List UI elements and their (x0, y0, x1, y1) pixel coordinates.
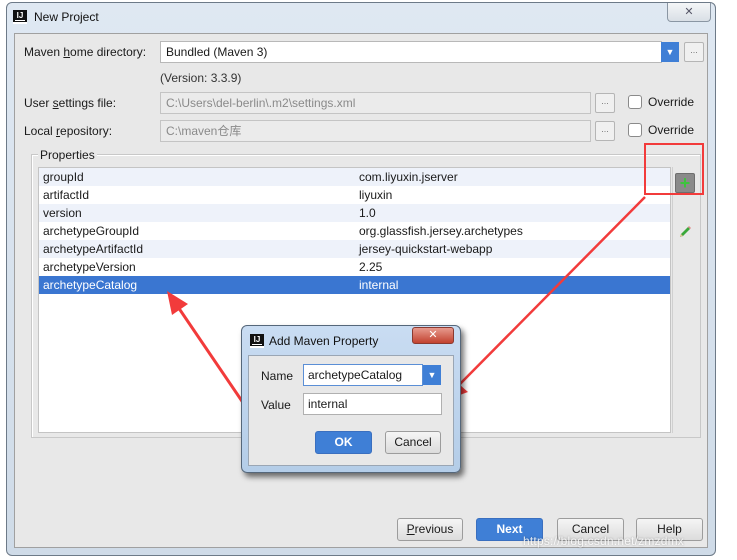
button-label: revious (414, 522, 454, 536)
table-row[interactable]: archetypeCatalog internal (39, 276, 670, 294)
title-bar: IJ New Project ✕ (7, 3, 715, 33)
table-row[interactable]: groupId com.liyuxin.jserver (39, 168, 670, 186)
close-icon: ✕ (428, 329, 438, 341)
chevron-down-icon[interactable]: ▼ (423, 365, 441, 385)
property-value-input[interactable]: internal (303, 393, 442, 415)
property-value: jersey-quickstart-webapp (359, 242, 493, 256)
chevron-down-icon[interactable]: ▼ (661, 42, 679, 62)
local-repo-input[interactable]: C:\maven仓库 (160, 120, 591, 142)
override-label: Override (648, 123, 695, 137)
label-text: Maven (24, 45, 64, 59)
dialog-body: Name archetypeCatalog ▼ Value internal O… (248, 355, 454, 466)
maven-version-text: (Version: 3.3.9) (160, 71, 242, 85)
property-value: com.liyuxin.jserver (359, 170, 458, 184)
table-row[interactable]: archetypeGroupId org.glassfish.jersey.arc… (39, 222, 670, 240)
property-key: archetypeVersion (43, 260, 136, 274)
user-settings-label: User settings file: (24, 96, 116, 110)
property-key: archetypeGroupId (43, 224, 140, 238)
annotation-highlight-box (644, 143, 704, 195)
watermark: https://blog.csdn.net/zmzdmx (523, 534, 685, 548)
intellij-app-icon: IJ (250, 334, 264, 348)
property-key: archetypeCatalog (43, 278, 138, 292)
property-name-combobox[interactable]: archetypeCatalog (303, 364, 423, 386)
ok-button[interactable]: OK (315, 431, 372, 454)
property-value: 2.25 (359, 260, 383, 274)
table-row[interactable]: archetypeArtifactId jersey-quickstart-web… (39, 240, 670, 258)
window-close-button[interactable]: ✕ (667, 3, 711, 22)
intellij-app-icon: IJ (13, 10, 27, 24)
window-title: New Project (34, 10, 99, 24)
property-key: version (43, 206, 82, 220)
table-row[interactable]: version 1.0 (39, 204, 670, 222)
property-value: liyuxin (359, 188, 393, 202)
dialog-title: Add Maven Property (269, 334, 379, 348)
label-text: epository: (60, 124, 113, 138)
property-key: archetypeArtifactId (43, 242, 144, 256)
property-key: artifactId (43, 188, 90, 202)
table-row[interactable]: artifactId liyuxin (39, 186, 670, 204)
maven-home-select[interactable]: Bundled (Maven 3) (160, 41, 662, 63)
local-repo-browse-button[interactable]: ... (595, 121, 615, 141)
maven-home-browse-button[interactable]: ... (684, 42, 704, 62)
dialog-cancel-button[interactable]: Cancel (385, 431, 441, 454)
local-repo-label: Local repository: (24, 124, 112, 138)
user-settings-input[interactable]: C:\Users\del-berlin\.m2\settings.xml (160, 92, 591, 114)
mnemonic: P (406, 522, 415, 536)
user-settings-browse-button[interactable]: ... (595, 93, 615, 113)
label-text: ettings file: (58, 96, 117, 110)
property-value: 1.0 (359, 206, 376, 220)
close-icon: ✕ (684, 6, 694, 18)
label-text: User (24, 96, 53, 110)
local-repo-override-checkbox[interactable]: Override (628, 123, 694, 137)
property-value: org.glassfish.jersey.archetypes (359, 224, 523, 238)
property-value: internal (359, 278, 399, 292)
checkbox-box[interactable] (628, 95, 642, 109)
name-label: Name (261, 369, 294, 383)
value-label: Value (261, 398, 291, 412)
label-text: Local (24, 124, 57, 138)
checkbox-box[interactable] (628, 123, 642, 137)
maven-home-label: Maven home directory: (24, 45, 146, 59)
table-row[interactable]: archetypeVersion 2.25 (39, 258, 670, 276)
pencil-icon[interactable] (678, 225, 692, 239)
properties-toolbar: + (672, 167, 696, 433)
override-label: Override (648, 95, 695, 109)
properties-legend: Properties (38, 148, 97, 162)
previous-button[interactable]: Previous (397, 518, 463, 541)
property-key: groupId (43, 170, 84, 184)
label-text: ome directory: (70, 45, 147, 59)
user-settings-override-checkbox[interactable]: Override (628, 95, 694, 109)
dialog-close-button[interactable]: ✕ (412, 327, 454, 344)
add-maven-property-dialog: IJ Add Maven Property ✕ Name archetypeCa… (241, 325, 461, 473)
